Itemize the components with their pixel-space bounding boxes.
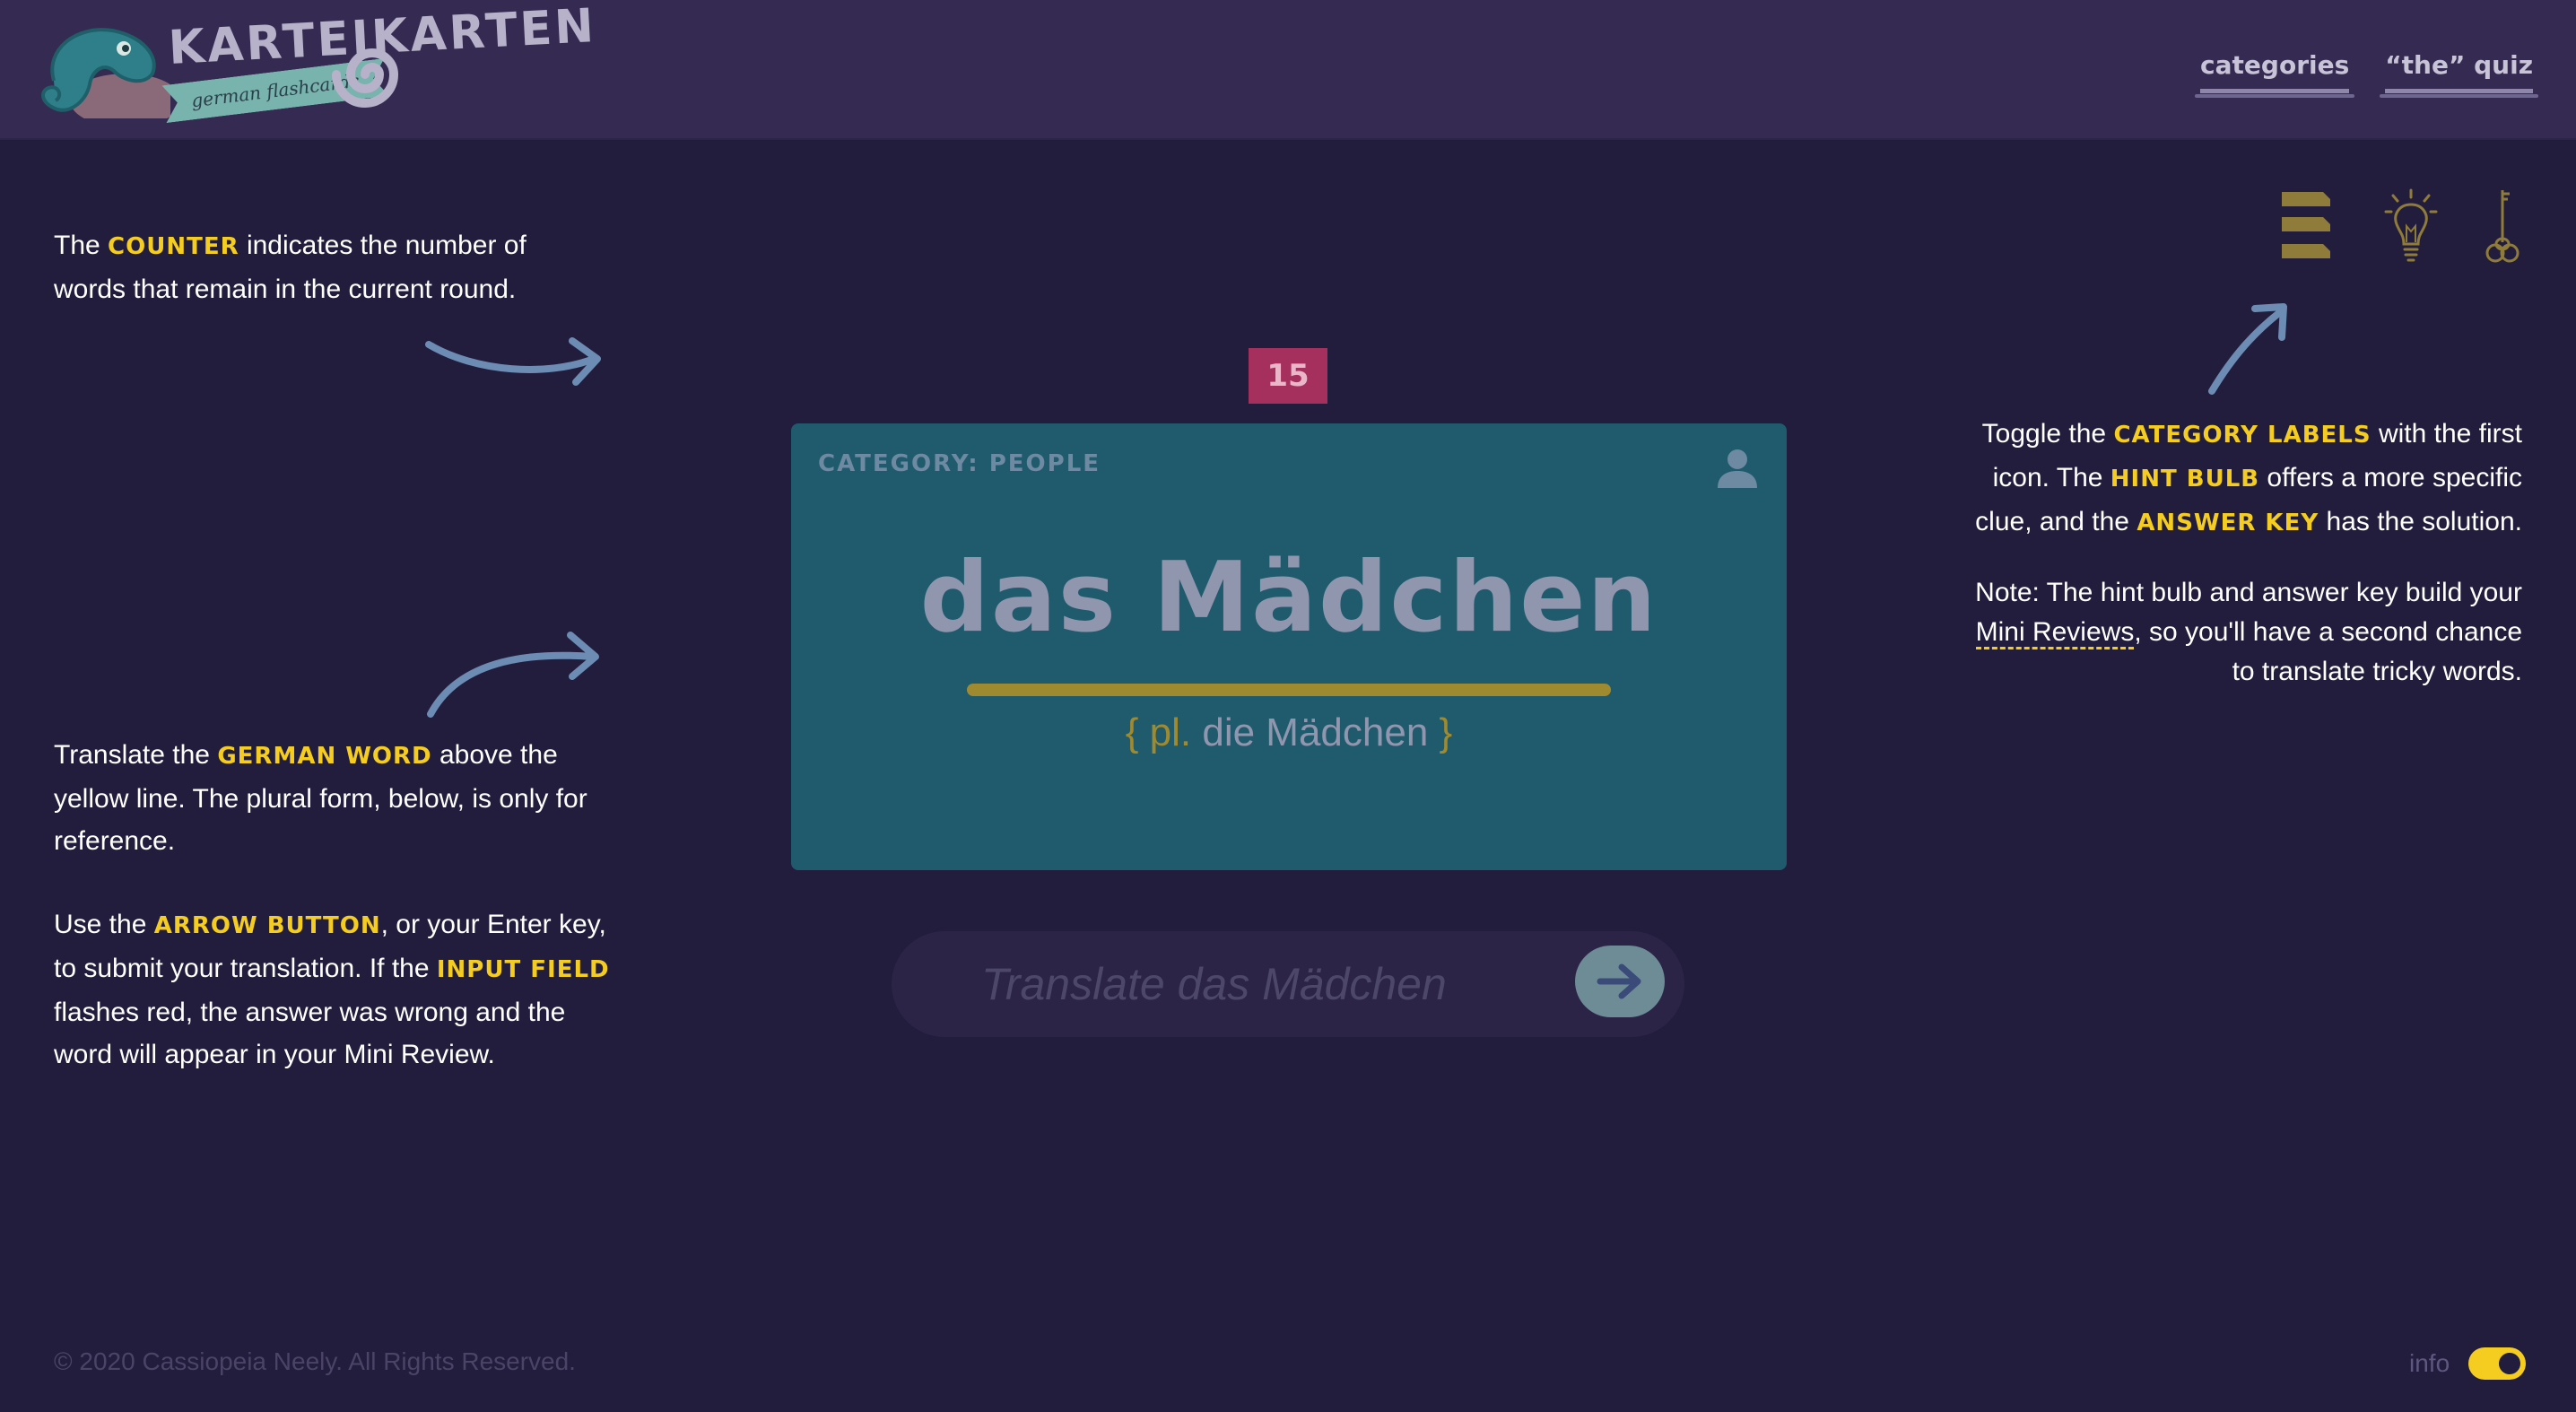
info-translate: Translate the German word above the yell… <box>54 734 610 1076</box>
translation-input[interactable] <box>981 951 1555 1017</box>
info-tools: Toggle the category labels with the firs… <box>1955 413 2522 692</box>
card-category-label: CATEGORY: PEOPLE <box>818 450 1101 477</box>
arrow-to-card <box>427 632 599 718</box>
info-toggle[interactable] <box>2468 1347 2526 1380</box>
category-labels-icon[interactable] <box>2280 187 2334 264</box>
info-note-text: Note: The hint bulb and answer key build… <box>1975 578 2522 686</box>
counter-highlight: counter <box>108 233 239 260</box>
answer-key-icon[interactable] <box>2477 187 2531 264</box>
arrow-to-counter <box>425 337 601 386</box>
hint-bulb-icon[interactable] <box>2384 187 2438 264</box>
nav-the-quiz[interactable]: “the” quiz <box>2380 50 2538 98</box>
plural-word: die Mädchen <box>1191 710 1440 754</box>
info-submit-text: Use the arrow button, or your Enter key,… <box>54 910 610 1069</box>
plural-form: { pl. die Mädchen } <box>1125 710 1453 754</box>
info-translate-text: Translate the German word above the yell… <box>54 740 587 856</box>
main-nav: categories “the” quiz <box>2195 50 2538 98</box>
header: KARTEIKARTEN german flashcards categorie… <box>0 0 2576 140</box>
word-counter: 15 <box>1249 348 1327 404</box>
submit-arrow-button[interactable] <box>1575 946 1665 1017</box>
answer-form <box>892 931 1684 1037</box>
german-word: das Mädchen <box>919 542 1658 654</box>
info-tools-text: Toggle the category labels with the firs… <box>1975 419 2522 536</box>
info-counter-text: The counter indicates the number of word… <box>54 231 527 304</box>
copyright: © 2020 Cassiopeia Neely. All Rights Rese… <box>54 1347 576 1375</box>
person-icon <box>1718 449 1757 488</box>
german-word-highlight: German word <box>217 743 432 770</box>
arrow-button-highlight: arrow button <box>153 912 381 939</box>
arrow-to-tools <box>2208 303 2287 395</box>
mini-reviews-link[interactable]: Mini Reviews <box>1975 617 2135 649</box>
hint-bulb-highlight: hint bulb <box>2110 466 2260 492</box>
chameleon-icon <box>41 28 170 118</box>
logo[interactable]: KARTEIKARTEN german flashcards <box>36 0 597 118</box>
info-toggle-label: info <box>2409 1349 2450 1377</box>
nav-categories[interactable]: categories <box>2195 50 2355 98</box>
plural-label: pl. <box>1149 710 1192 754</box>
answer-key-highlight: answer key <box>2137 510 2319 536</box>
info-counter: The counter indicates the number of word… <box>54 224 592 310</box>
arrow-right-icon <box>1597 963 1641 999</box>
flashcard: CATEGORY: PEOPLE das Mädchen { pl. die M… <box>791 423 1787 870</box>
yellow-divider-line <box>967 684 1611 696</box>
spiral-tail-icon <box>332 48 399 108</box>
category-labels-highlight: category labels <box>2113 422 2371 449</box>
input-field-highlight: input field <box>436 956 610 983</box>
